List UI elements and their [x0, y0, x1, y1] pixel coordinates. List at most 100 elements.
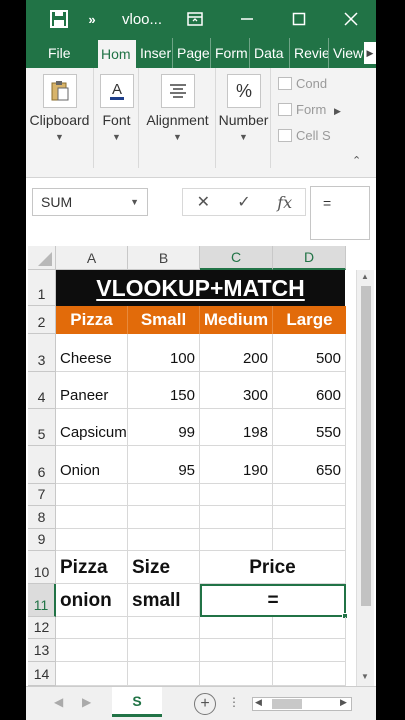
font-group[interactable]: A Font ▼ — [95, 68, 139, 168]
header-cell-pizza[interactable]: Pizza — [56, 306, 128, 334]
empty-cell[interactable] — [56, 529, 128, 551]
table-cell[interactable]: 198 — [200, 409, 273, 446]
table-cell[interactable]: 600 — [273, 372, 346, 409]
column-header-a[interactable]: A — [56, 246, 128, 270]
row-header-5[interactable]: 5 — [28, 409, 56, 446]
horizontal-scrollbar[interactable] — [252, 697, 352, 711]
sheet-tab[interactable]: S — [112, 687, 162, 717]
row-header-12[interactable]: 12 — [28, 617, 56, 639]
lookup-value-pizza[interactable]: onion — [56, 584, 128, 617]
empty-cell[interactable] — [56, 662, 128, 686]
empty-cell[interactable] — [273, 617, 346, 639]
format-as-table-button[interactable]: Form — [278, 100, 334, 118]
tab-page-layout[interactable]: Page — [174, 38, 211, 68]
chevron-right-icon[interactable]: ▶ — [334, 106, 341, 117]
more-commands-icon[interactable]: » — [82, 0, 102, 38]
empty-cell[interactable] — [200, 617, 273, 639]
table-cell[interactable]: 550 — [273, 409, 346, 446]
table-cell[interactable]: Capsicum — [56, 409, 128, 446]
empty-cell[interactable] — [56, 617, 128, 639]
scroll-down-icon[interactable]: ▼ — [361, 672, 369, 681]
tab-view[interactable]: View — [330, 38, 364, 68]
empty-cell[interactable] — [200, 662, 273, 686]
tab-formulas[interactable]: Form — [212, 38, 250, 68]
table-cell[interactable]: 190 — [200, 446, 273, 484]
empty-cell[interactable] — [56, 639, 128, 662]
clipboard-group[interactable]: Clipboard ▼ — [26, 68, 94, 168]
tab-home[interactable]: Hom — [98, 40, 136, 68]
empty-cell[interactable] — [200, 506, 273, 529]
vertical-scrollbar[interactable]: ▲ ▼ — [356, 270, 374, 686]
table-cell[interactable]: Paneer — [56, 372, 128, 409]
cell-styles-button[interactable]: Cell S — [278, 126, 334, 144]
empty-cell[interactable] — [273, 506, 346, 529]
lookup-header-price[interactable]: Price — [200, 551, 346, 584]
cancel-icon[interactable]: ✕ — [183, 192, 224, 212]
add-sheet-icon[interactable]: + — [194, 693, 216, 715]
empty-cell[interactable] — [128, 639, 200, 662]
scroll-up-icon[interactable]: ▲ — [361, 272, 369, 281]
column-header-b[interactable]: B — [128, 246, 200, 270]
maximize-icon[interactable] — [284, 0, 314, 38]
active-cell-price[interactable]: = — [200, 584, 346, 617]
table-cell[interactable]: 300 — [200, 372, 273, 409]
empty-cell[interactable] — [200, 484, 273, 506]
row-header-11[interactable]: 11 — [28, 584, 56, 617]
table-cell[interactable]: 650 — [273, 446, 346, 484]
table-cell[interactable]: 99 — [128, 409, 200, 446]
empty-cell[interactable] — [56, 484, 128, 506]
horizontal-scroll-thumb[interactable] — [272, 699, 302, 709]
empty-cell[interactable] — [128, 529, 200, 551]
chevron-down-icon[interactable]: ▼ — [130, 197, 139, 207]
empty-cell[interactable] — [128, 506, 200, 529]
lookup-header-size[interactable]: Size — [128, 551, 200, 584]
table-cell[interactable]: Cheese — [56, 334, 128, 372]
table-cell[interactable]: 95 — [128, 446, 200, 484]
lookup-header-pizza[interactable]: Pizza — [56, 551, 128, 584]
row-header-13[interactable]: 13 — [28, 639, 56, 662]
table-cell[interactable]: 100 — [128, 334, 200, 372]
tab-insert[interactable]: Inser — [137, 38, 173, 68]
row-header-7[interactable]: 7 — [28, 484, 56, 506]
empty-cell[interactable] — [273, 484, 346, 506]
sheet-prev-icon[interactable]: ◀ — [54, 695, 63, 709]
conditional-formatting-button[interactable]: Cond — [278, 74, 334, 92]
empty-cell[interactable] — [200, 529, 273, 551]
row-header-4[interactable]: 4 — [28, 372, 56, 409]
vertical-scroll-thumb[interactable] — [361, 286, 371, 606]
row-header-2[interactable]: 2 — [28, 306, 56, 334]
lookup-value-size[interactable]: small — [128, 584, 200, 617]
split-handle-icon[interactable]: ⋮ — [228, 695, 240, 709]
table-cell[interactable]: 200 — [200, 334, 273, 372]
empty-cell[interactable] — [273, 662, 346, 686]
number-group[interactable]: % Number ▼ — [217, 68, 271, 168]
empty-cell[interactable] — [56, 506, 128, 529]
empty-cell[interactable] — [200, 639, 273, 662]
close-icon[interactable] — [336, 0, 366, 38]
alignment-group[interactable]: Alignment ▼ — [140, 68, 216, 168]
empty-cell[interactable] — [273, 529, 346, 551]
empty-cell[interactable] — [128, 617, 200, 639]
table-cell[interactable]: 500 — [273, 334, 346, 372]
table-cell[interactable]: Onion — [56, 446, 128, 484]
tab-review[interactable]: Revie — [291, 38, 329, 68]
tab-data[interactable]: Data — [251, 38, 290, 68]
tab-file[interactable]: File — [36, 38, 96, 68]
name-box[interactable]: SUM ▼ — [32, 188, 148, 216]
row-header-1[interactable]: 1 — [28, 270, 56, 306]
column-header-d[interactable]: D — [273, 246, 346, 270]
tab-scroll-right-icon[interactable]: ▶ — [364, 42, 376, 64]
empty-cell[interactable] — [273, 639, 346, 662]
ribbon-display-icon[interactable] — [180, 0, 210, 38]
row-header-3[interactable]: 3 — [28, 334, 56, 372]
insert-function-icon[interactable]: fx — [264, 193, 305, 212]
row-header-6[interactable]: 6 — [28, 446, 56, 484]
header-cell-medium[interactable]: Medium — [200, 306, 273, 334]
enter-icon[interactable]: ✓ — [224, 192, 265, 212]
title-cell[interactable]: VLOOKUP+MATCH — [56, 270, 345, 306]
column-header-c[interactable]: C — [200, 246, 273, 270]
row-header-8[interactable]: 8 — [28, 506, 56, 529]
scroll-right-icon[interactable]: ▶ — [340, 697, 347, 708]
header-cell-small[interactable]: Small — [128, 306, 200, 334]
empty-cell[interactable] — [128, 484, 200, 506]
